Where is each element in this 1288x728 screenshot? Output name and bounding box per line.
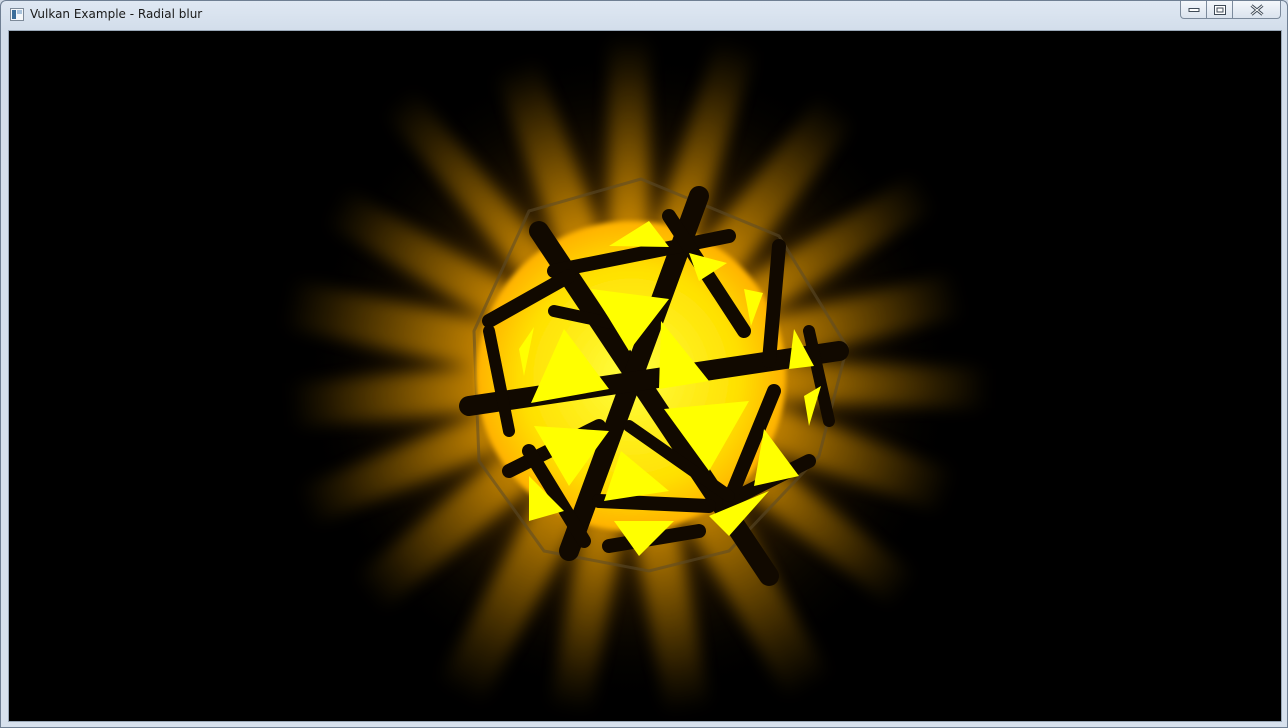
close-button[interactable] <box>1233 1 1281 19</box>
maximize-icon <box>1213 4 1226 15</box>
app-window-icon[interactable] <box>10 8 24 21</box>
glowing-icosphere-render <box>281 36 990 715</box>
app-window: Vulkan Example - Radial blur <box>0 0 1288 728</box>
title-bar[interactable]: Vulkan Example - Radial blur <box>1 1 1287 29</box>
window-controls <box>1180 1 1281 20</box>
minimize-button[interactable] <box>1180 1 1207 19</box>
render-viewport[interactable] <box>8 30 1282 722</box>
maximize-button[interactable] <box>1207 1 1233 19</box>
minimize-icon <box>1188 7 1199 12</box>
window-title: Vulkan Example - Radial blur <box>30 7 203 21</box>
close-icon <box>1250 4 1263 15</box>
